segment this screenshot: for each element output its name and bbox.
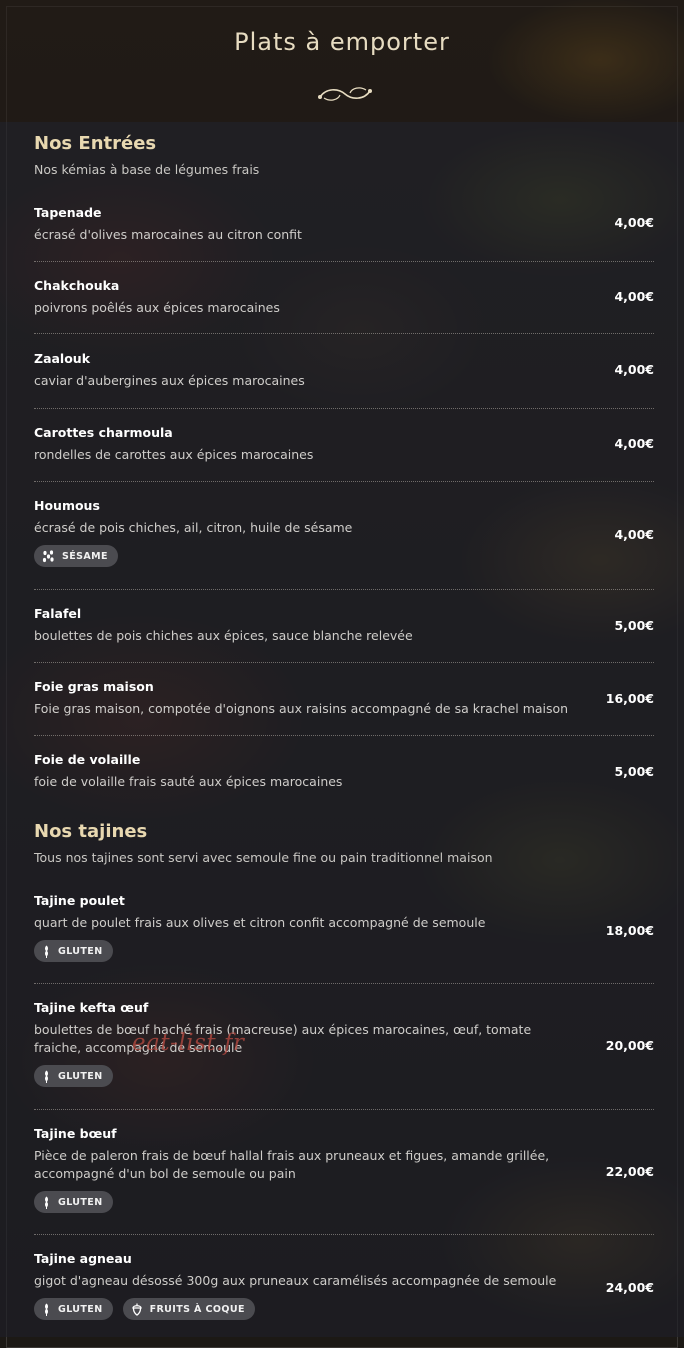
item-description: écrasé d'olives marocaines au citron con… (34, 227, 302, 242)
item-name: Tapenade (34, 205, 102, 220)
wheat-icon (45, 1196, 48, 1209)
allergen-badges: GLUTEN (34, 1065, 654, 1087)
item-description: foie de volaille frais sauté aux épices … (34, 774, 343, 789)
item-separator (34, 983, 654, 984)
badge-label: GLUTEN (58, 1070, 103, 1082)
item-separator (34, 662, 654, 663)
menu-item-falafel: Falafel boulettes de pois chiches aux ép… (34, 606, 654, 645)
item-price: 18,00€ (605, 923, 654, 938)
item-price: 24,00€ (605, 1280, 654, 1295)
item-price: 4,00€ (614, 436, 654, 451)
menu-item-foie-volaille: Foie de volaille foie de volaille frais … (34, 752, 654, 791)
item-name: Zaalouk (34, 351, 91, 366)
menu-item-tajine-agneau: Tajine agneau gigot d'agneau désossé 300… (34, 1251, 654, 1320)
allergen-badge-gluten: GLUTEN (34, 940, 113, 962)
item-name: Houmous (34, 498, 100, 513)
item-name: Tajine agneau (34, 1251, 132, 1266)
item-price: 16,00€ (605, 691, 654, 706)
badge-label: GLUTEN (58, 1303, 103, 1315)
badge-label: FRUITS À COQUE (149, 1303, 245, 1315)
allergen-badges: SÉSAME (34, 545, 654, 567)
badge-label: GLUTEN (58, 1196, 103, 1208)
item-name: Foie de volaille (34, 752, 141, 767)
item-separator (34, 481, 654, 482)
allergen-badge-gluten: GLUTEN (34, 1191, 113, 1213)
section-subtitle-entrees: Nos kémias à base de légumes frais (34, 162, 260, 177)
item-price: 4,00€ (614, 362, 654, 377)
flourish-ornament-icon (318, 87, 372, 101)
item-name: Tajine kefta œuf (34, 1000, 149, 1015)
allergen-badge-fruits-a-coque: FRUITS À COQUE (122, 1298, 255, 1320)
wheat-icon (45, 1070, 48, 1083)
wheat-icon (45, 945, 48, 958)
section-subtitle-tajines: Tous nos tajines sont servi avec semoule… (34, 850, 493, 865)
item-description: rondelles de carottes aux épices marocai… (34, 447, 314, 462)
item-description: Foie gras maison, compotée d'oignons aux… (34, 701, 569, 716)
item-description: poivrons poêlés aux épices marocaines (34, 300, 280, 315)
item-description: écrasé de pois chiches, ail, citron, hui… (34, 520, 353, 535)
item-price: 5,00€ (614, 764, 654, 779)
item-name: Tajine bœuf (34, 1126, 117, 1141)
badge-label: SÉSAME (62, 550, 108, 562)
item-price: 4,00€ (614, 215, 654, 230)
item-description: caviar d'aubergines aux épices marocaine… (34, 373, 305, 388)
item-name: Falafel (34, 606, 82, 621)
allergen-badges: GLUTEN FRUITS À COQUE (34, 1298, 654, 1320)
item-price: 5,00€ (614, 618, 654, 633)
nut-icon (131, 1303, 142, 1316)
item-name: Foie gras maison (34, 679, 154, 694)
item-separator (34, 735, 654, 736)
item-description: boulettes de bœuf haché frais (macreuse)… (34, 1022, 532, 1055)
menu-item-tapenade: Tapenade écrasé d'olives marocaines au c… (34, 205, 654, 244)
menu-item-foie-gras: Foie gras maison Foie gras maison, compo… (34, 679, 654, 718)
allergen-badges: GLUTEN (34, 940, 654, 962)
section-title-entrees: Nos Entrées (34, 133, 157, 154)
item-price: 4,00€ (614, 289, 654, 304)
item-description: boulettes de pois chiches aux épices, sa… (34, 628, 413, 643)
item-separator (34, 1109, 654, 1110)
menu-item-zaalouk: Zaalouk caviar d'aubergines aux épices m… (34, 351, 654, 390)
item-separator (34, 408, 654, 409)
item-price: 4,00€ (614, 527, 654, 542)
item-description: gigot d'agneau désossé 300g aux pruneaux… (34, 1273, 557, 1288)
menu-item-tajine-poulet: Tajine poulet quart de poulet frais aux … (34, 893, 654, 962)
allergen-badge-sesame: SÉSAME (34, 545, 118, 567)
menu-item-carottes-charmoula: Carottes charmoula rondelles de carottes… (34, 425, 654, 464)
menu-item-tajine-boeuf: Tajine bœuf Pièce de paleron frais de bœ… (34, 1126, 654, 1213)
item-description: quart de poulet frais aux olives et citr… (34, 915, 486, 930)
item-description: Pièce de paleron frais de bœuf hallal fr… (34, 1148, 550, 1181)
menu-item-houmous: Houmous écrasé de pois chiches, ail, cit… (34, 498, 654, 567)
allergen-badge-gluten: GLUTEN (34, 1298, 113, 1320)
page-header: Plats à emporter (0, 0, 684, 122)
wheat-icon (45, 1303, 48, 1316)
item-price: 22,00€ (605, 1164, 654, 1179)
watermark: eat-list.fr (132, 1030, 245, 1056)
item-name: Chakchouka (34, 278, 120, 293)
item-name: Tajine poulet (34, 893, 125, 908)
allergen-badge-gluten: GLUTEN (34, 1065, 113, 1087)
menu-item-tajine-kefta: Tajine kefta œuf boulettes de bœuf haché… (34, 1000, 654, 1087)
item-separator (34, 589, 654, 590)
item-separator (34, 261, 654, 262)
item-separator (34, 333, 654, 334)
sesame-icon (42, 549, 54, 562)
item-name: Carottes charmoula (34, 425, 173, 440)
item-price: 20,00€ (605, 1038, 654, 1053)
page-title: Plats à emporter (234, 28, 450, 56)
menu-item-chakchouka: Chakchouka poivrons poêlés aux épices ma… (34, 278, 654, 317)
allergen-badges: GLUTEN (34, 1191, 654, 1213)
item-separator (34, 1234, 654, 1235)
section-title-tajines: Nos tajines (34, 821, 148, 842)
badge-label: GLUTEN (58, 945, 103, 957)
